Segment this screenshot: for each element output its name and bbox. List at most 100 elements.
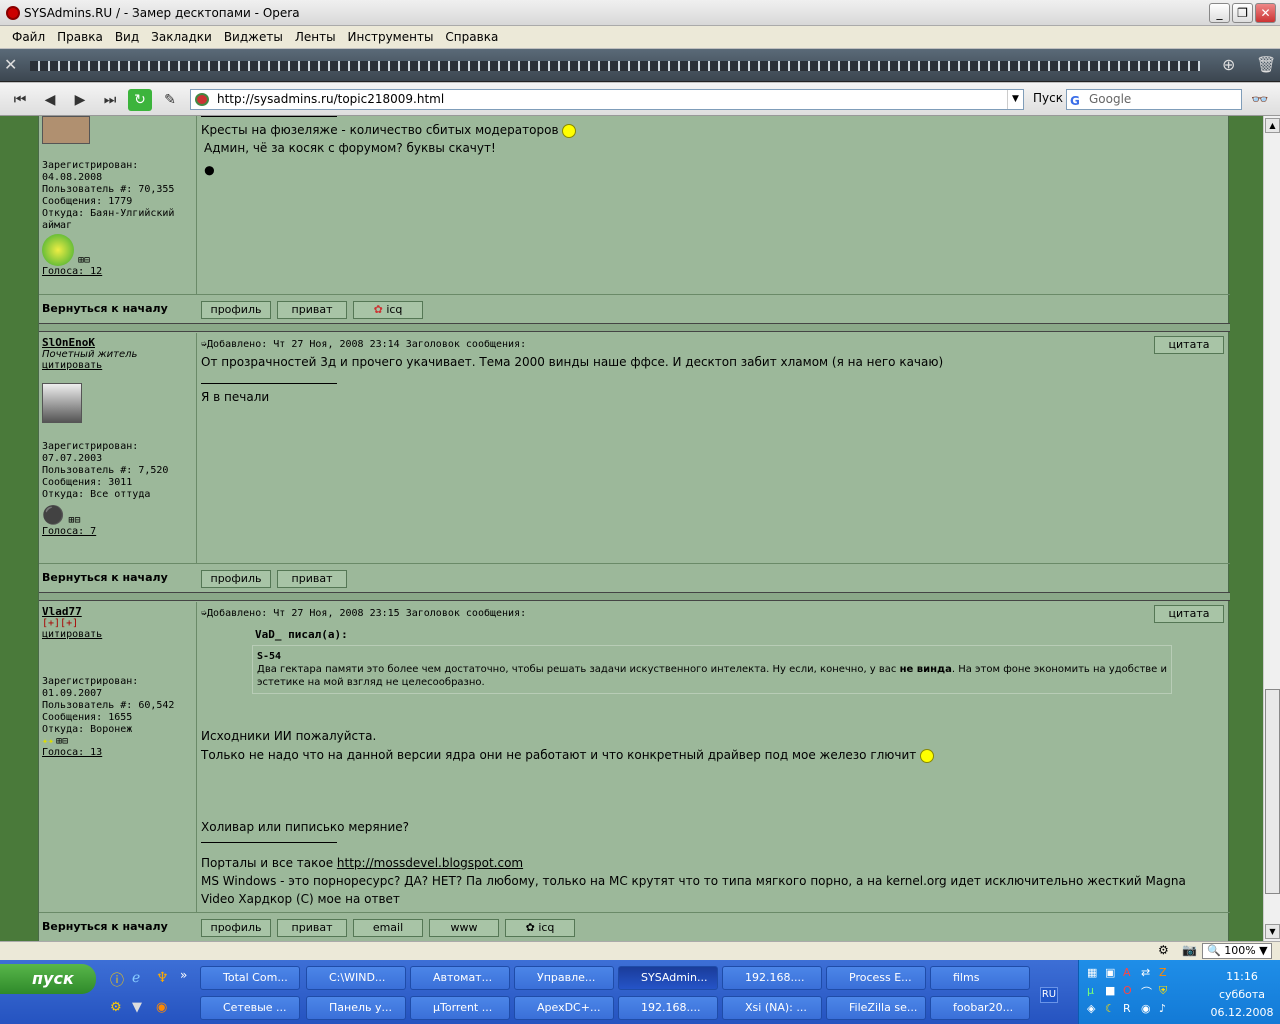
ati-icon[interactable]: A	[1123, 966, 1141, 984]
plus-minus-icon[interactable]: ⊞⊟	[78, 255, 90, 266]
binoculars-icon[interactable]: 👓	[1248, 89, 1272, 111]
task-button[interactable]: Process E...	[826, 966, 926, 990]
moon-icon[interactable]: ☾	[1105, 1002, 1123, 1020]
menu-feeds[interactable]: Ленты	[289, 30, 342, 44]
pm-button[interactable]: приват	[277, 570, 347, 588]
task-button[interactable]: 192.168....	[722, 966, 822, 990]
username-link[interactable]: Vlad77	[42, 605, 196, 618]
scroll-thumb[interactable]	[1265, 689, 1280, 894]
task-button[interactable]: FileZilla se...	[826, 996, 926, 1020]
signature-link[interactable]: http://mossdevel.blogspot.com	[337, 856, 523, 870]
task-button[interactable]: Панель у...	[306, 996, 406, 1020]
tray-icon[interactable]: ◈	[1087, 1002, 1105, 1020]
rewind-icon[interactable]: ⏮	[8, 89, 32, 111]
zoom-select[interactable]: 🔍 100% ▼	[1202, 943, 1272, 959]
info-icon[interactable]: ⓘ	[110, 970, 124, 990]
menu-widgets[interactable]: Виджеты	[218, 30, 289, 44]
menu-file[interactable]: Файл	[6, 30, 51, 44]
camera-icon[interactable]: 📷	[1182, 943, 1197, 957]
task-button[interactable]: ApexDC+...	[514, 996, 614, 1020]
icq-button[interactable]: ✿ icq	[505, 919, 575, 937]
fast-forward-icon[interactable]: ⏭	[98, 89, 122, 111]
quote-link[interactable]: цитировать	[42, 629, 196, 640]
tray-icon[interactable]: ■	[1105, 984, 1123, 1002]
www-button[interactable]: www	[429, 919, 499, 937]
tray-icon[interactable]: R	[1123, 1002, 1141, 1020]
pm-button[interactable]: приват	[277, 919, 347, 937]
address-dropdown-icon[interactable]: ▼	[1007, 90, 1023, 109]
task-button[interactable]: Автомат...	[410, 966, 510, 990]
task-button[interactable]: C:\WIND...	[306, 966, 406, 990]
task-button[interactable]: µTorrent ...	[410, 996, 510, 1020]
volume-icon[interactable]: ♪	[1159, 1002, 1177, 1020]
network-icon[interactable]: ◉	[1141, 1002, 1159, 1020]
edit-icon[interactable]: ✎	[158, 89, 182, 111]
votes-link[interactable]: Голоса: 13	[42, 747, 196, 758]
filezilla-icon[interactable]: Z	[1159, 966, 1177, 984]
close-button[interactable]: ✕	[1255, 3, 1276, 23]
scroll-up-icon[interactable]: ▲	[1265, 118, 1280, 133]
tray-icon[interactable]: ▦	[1087, 966, 1105, 984]
menu-edit[interactable]: Правка	[51, 30, 109, 44]
menu-help[interactable]: Справка	[439, 30, 504, 44]
pm-button[interactable]: приват	[277, 301, 347, 319]
tab-strip[interactable]	[30, 61, 1200, 71]
speeddial-icon[interactable]: ⚙	[1158, 943, 1169, 957]
plus-minus-icon[interactable]: ⊞⊟	[68, 515, 80, 526]
menu-tools[interactable]: Инструменты	[342, 30, 440, 44]
maximize-button[interactable]: ❐	[1232, 3, 1253, 23]
back-to-top-link[interactable]: Вернуться к началу	[42, 920, 168, 933]
forward-icon[interactable]: ▶	[68, 89, 92, 111]
opera-tray-icon[interactable]: O	[1123, 984, 1141, 1002]
clock[interactable]: 11:16 суббота 06.12.2008	[1209, 968, 1275, 1022]
username-link[interactable]: SlOnEnoK	[42, 336, 196, 349]
trash-icon[interactable]: 🗑	[1256, 55, 1276, 74]
email-button[interactable]: email	[353, 919, 423, 937]
task-button[interactable]: Total Com...	[200, 966, 300, 990]
quote-button[interactable]: цитата	[1154, 336, 1224, 354]
scroll-down-icon[interactable]: ▼	[1265, 924, 1280, 939]
back-icon[interactable]: ◀	[38, 89, 62, 111]
quicklaunch-icon[interactable]: ⚙	[110, 1000, 122, 1015]
utorrent-icon[interactable]: µ	[1087, 984, 1105, 1002]
icq-button[interactable]: ✿ icq	[353, 301, 423, 319]
firefox-icon[interactable]: ◉	[156, 1000, 167, 1015]
profile-button[interactable]: профиль	[201, 570, 271, 588]
plus-minus-icon[interactable]: ⊞⊟	[56, 736, 68, 747]
tray-icon[interactable]: ⇄	[1141, 966, 1159, 984]
back-to-top-link[interactable]: Вернуться к началу	[42, 302, 168, 315]
shield-icon[interactable]: ⛨	[1159, 984, 1177, 1002]
profile-button[interactable]: профиль	[201, 301, 271, 319]
search-input[interactable]: G Google	[1066, 89, 1242, 110]
signature-text: Я в печали	[201, 390, 270, 404]
task-button[interactable]: Xsi (NA): ...	[722, 996, 822, 1020]
quote-link[interactable]: цитировать	[42, 360, 196, 371]
task-button[interactable]: films	[930, 966, 1030, 990]
reload-icon[interactable]: ↻	[128, 89, 152, 111]
votes-link[interactable]: Голоса: 7	[42, 526, 196, 537]
tools-icon[interactable]: ✕	[4, 55, 26, 75]
quicklaunch-icon[interactable]: ▼	[132, 1000, 142, 1015]
minimize-button[interactable]: _	[1209, 3, 1230, 23]
task-button[interactable]: foobar20...	[930, 996, 1030, 1020]
winamp-icon[interactable]: ♆	[156, 970, 169, 986]
task-button[interactable]: Управле...	[514, 966, 614, 990]
task-button[interactable]: Сетевые ...	[200, 996, 300, 1020]
menu-bookmarks[interactable]: Закладки	[145, 30, 218, 44]
start-button[interactable]: пуск	[0, 964, 96, 994]
menu-view[interactable]: Вид	[109, 30, 145, 44]
language-indicator[interactable]: RU	[1040, 987, 1058, 1003]
task-button[interactable]: 192.168....	[618, 996, 718, 1020]
ie-icon[interactable]: ℯ	[132, 970, 140, 986]
vertical-scrollbar[interactable]: ▲ ▼	[1263, 116, 1280, 941]
address-field[interactable]: http://sysadmins.ru/topic218009.html ▼	[190, 89, 1024, 110]
tray-icon[interactable]: ▣	[1105, 966, 1123, 984]
new-tab-icon[interactable]: ⊕	[1222, 55, 1235, 74]
quote-button[interactable]: цитата	[1154, 605, 1224, 623]
task-button-active[interactable]: SYSAdmin...	[618, 966, 718, 990]
back-to-top-link[interactable]: Вернуться к началу	[42, 571, 168, 584]
chevron-icon[interactable]: »	[180, 968, 187, 982]
profile-button[interactable]: профиль	[201, 919, 271, 937]
tray-icon[interactable]: ⌒	[1141, 984, 1159, 1002]
votes-link[interactable]: Голоса: 12	[42, 266, 196, 277]
